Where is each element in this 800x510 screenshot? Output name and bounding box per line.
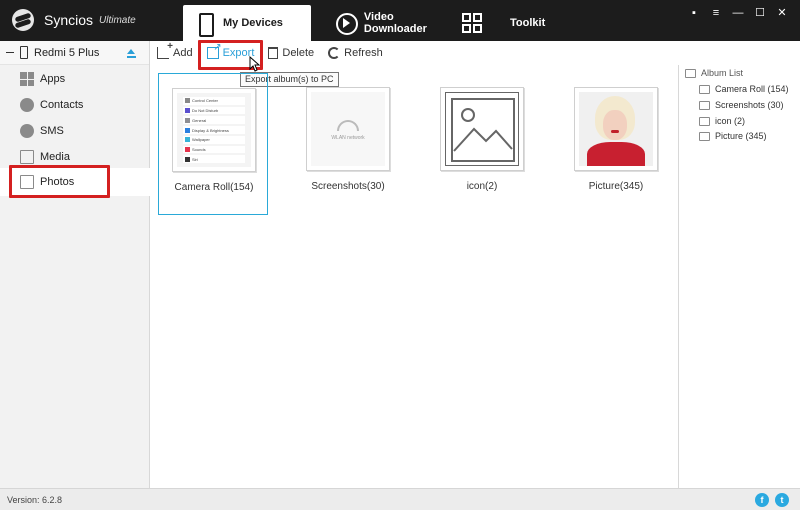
add-icon	[157, 41, 173, 59]
album-grid: Control Center Do Not Disturb General Di…	[151, 65, 678, 488]
collapse-icon[interactable]	[6, 52, 14, 53]
sidebar-item-contacts[interactable]: Contacts	[0, 92, 150, 118]
sidebar-item-sms[interactable]: SMS	[0, 118, 150, 144]
thumb-row-text: Do Not Disturb	[192, 108, 219, 114]
album-label: icon(2)	[466, 181, 498, 192]
window-controls: ▪ ≡ — ☐ ✕	[684, 6, 792, 20]
app-name: Syncios	[44, 12, 94, 28]
tab-toolkit-label: Toolkit	[510, 17, 546, 29]
thumb-row-text: Wallpaper	[192, 137, 210, 143]
image-icon	[699, 131, 710, 141]
device-name: Redmi 5 Plus	[34, 46, 100, 59]
play-circle-icon	[335, 12, 358, 35]
facebook-icon[interactable]: f	[755, 493, 769, 507]
photos-highlight-box	[9, 165, 110, 198]
trash-icon	[268, 47, 279, 59]
media-icon	[20, 150, 34, 164]
album-list-icon	[685, 68, 696, 78]
twitter-icon[interactable]: t	[775, 493, 789, 507]
title-bar: Syncios Ultimate My Devices Video Downlo…	[0, 0, 800, 41]
thumb-row-text: Display & Brightness	[192, 127, 229, 133]
album-list-item-picture[interactable]: Picture (345)	[699, 131, 767, 141]
eject-icon[interactable]	[127, 49, 136, 58]
album-list-title: Album List	[701, 68, 744, 78]
album-screenshots[interactable]: WLAN network Screenshots(30)	[293, 73, 403, 215]
album-list-item-label: icon (2)	[715, 116, 746, 126]
refresh-icon	[328, 47, 341, 59]
album-thumbnail	[574, 87, 658, 171]
portrait-photo-thumbnail	[579, 92, 653, 166]
thumb-row-text: Sounds	[192, 146, 206, 152]
tab-toolkit[interactable]: Toolkit	[462, 5, 562, 41]
tab-video-downloader-label: Video Downloader	[363, 11, 427, 35]
sidebar-item-label: Contacts	[40, 99, 84, 111]
close-button[interactable]: ✕	[772, 6, 792, 20]
album-list-item-label: Screenshots (30)	[715, 100, 784, 110]
app-edition: Ultimate	[99, 14, 136, 26]
delete-button[interactable]: Delete	[268, 47, 314, 59]
album-list-panel: Album List Camera Roll (154) Screenshots…	[678, 65, 800, 488]
refresh-button[interactable]: Refresh	[328, 47, 383, 59]
message-icon[interactable]: ▪	[684, 6, 704, 20]
contacts-icon	[20, 98, 34, 112]
settings-screenshot-thumbnail: Control Center Do Not Disturb General Di…	[177, 93, 251, 167]
grid-icon	[462, 13, 482, 33]
camera-icon	[699, 84, 710, 94]
album-thumbnail	[440, 87, 524, 171]
brand: Syncios Ultimate	[12, 9, 136, 31]
album-list-item-label: Camera Roll (154)	[715, 84, 789, 94]
menu-icon[interactable]: ≡	[706, 6, 726, 20]
device-phone-icon	[20, 46, 28, 59]
album-camera-roll[interactable]: Control Center Do Not Disturb General Di…	[158, 73, 268, 215]
add-label: Add	[173, 47, 193, 59]
album-thumbnail: Control Center Do Not Disturb General Di…	[172, 88, 256, 172]
album-label: Picture(345)	[588, 181, 644, 192]
syncios-logo-icon	[12, 9, 34, 31]
status-bar: Version: 6.2.8 f t	[0, 488, 800, 510]
album-list-item-camera-roll[interactable]: Camera Roll (154)	[699, 84, 789, 94]
minimize-button[interactable]: —	[728, 6, 748, 20]
album-label: Screenshots(30)	[311, 181, 385, 192]
device-row[interactable]: Redmi 5 Plus	[0, 41, 149, 65]
thumb-row-text: General	[192, 117, 207, 123]
album-label: Camera Roll(154)	[174, 182, 254, 193]
maximize-button[interactable]: ☐	[750, 6, 770, 20]
album-list-item-label: Picture (345)	[715, 131, 767, 141]
image-placeholder-icon	[445, 92, 519, 166]
tab-my-devices-label: My Devices	[223, 17, 283, 29]
sms-icon	[20, 124, 34, 138]
delete-label: Delete	[282, 47, 315, 59]
album-thumbnail: WLAN network	[306, 87, 390, 171]
refresh-label: Refresh	[344, 47, 383, 59]
thumb-row-text: Control Center	[192, 98, 219, 104]
apps-icon	[20, 72, 34, 86]
album-icon[interactable]: icon(2)	[427, 73, 537, 215]
phone-icon	[193, 12, 215, 37]
wifi-icon	[337, 119, 359, 131]
version-text: Version: 6.2.8	[7, 494, 63, 505]
album-list-item-screenshots[interactable]: Screenshots (30)	[699, 100, 784, 110]
sidebar-item-apps[interactable]: Apps	[0, 66, 150, 92]
add-button[interactable]: Add	[157, 41, 193, 59]
image-icon	[699, 116, 710, 126]
image-icon	[699, 100, 710, 110]
sidebar-item-label: Media	[40, 151, 70, 163]
album-list-heading: Album List	[685, 68, 743, 78]
album-list-item-icon[interactable]: icon (2)	[699, 116, 745, 126]
sidebar: Redmi 5 Plus Apps Contacts SMS Media Pho…	[0, 41, 151, 488]
sidebar-item-label: SMS	[40, 125, 64, 137]
sidebar-item-label: Apps	[40, 73, 66, 85]
wifi-thumb-text: WLAN network	[331, 134, 365, 141]
album-picture[interactable]: Picture(345)	[561, 73, 671, 215]
wifi-screenshot-thumbnail: WLAN network	[311, 92, 385, 166]
thumb-row-text: Siri	[192, 156, 198, 162]
tab-my-devices[interactable]: My Devices	[183, 5, 311, 41]
tab-video-downloader[interactable]: Video Downloader	[325, 5, 455, 41]
